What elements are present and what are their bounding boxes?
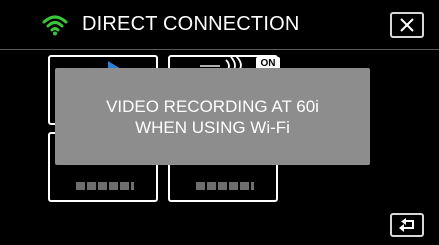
wifi-icon	[42, 14, 68, 36]
close-button[interactable]	[390, 12, 424, 38]
tile-label-placeholder	[76, 182, 134, 190]
divider	[200, 65, 220, 67]
message-line-2: WHEN USING Wi-Fi	[135, 117, 290, 137]
message-line-1: VIDEO RECORDING AT 60i	[106, 96, 319, 116]
page-title: DIRECT CONNECTION	[82, 13, 300, 35]
back-button[interactable]	[390, 213, 424, 237]
message-dialog: VIDEO RECORDING AT 60i WHEN USING Wi-Fi	[55, 68, 370, 165]
tile-label-placeholder	[196, 182, 254, 190]
return-icon	[399, 218, 414, 232]
header-bar: DIRECT CONNECTION	[0, 0, 439, 50]
direct-connection-screen: DIRECT CONNECTION ON VIDEO RECORDING AT …	[0, 0, 439, 245]
close-icon	[400, 18, 414, 32]
